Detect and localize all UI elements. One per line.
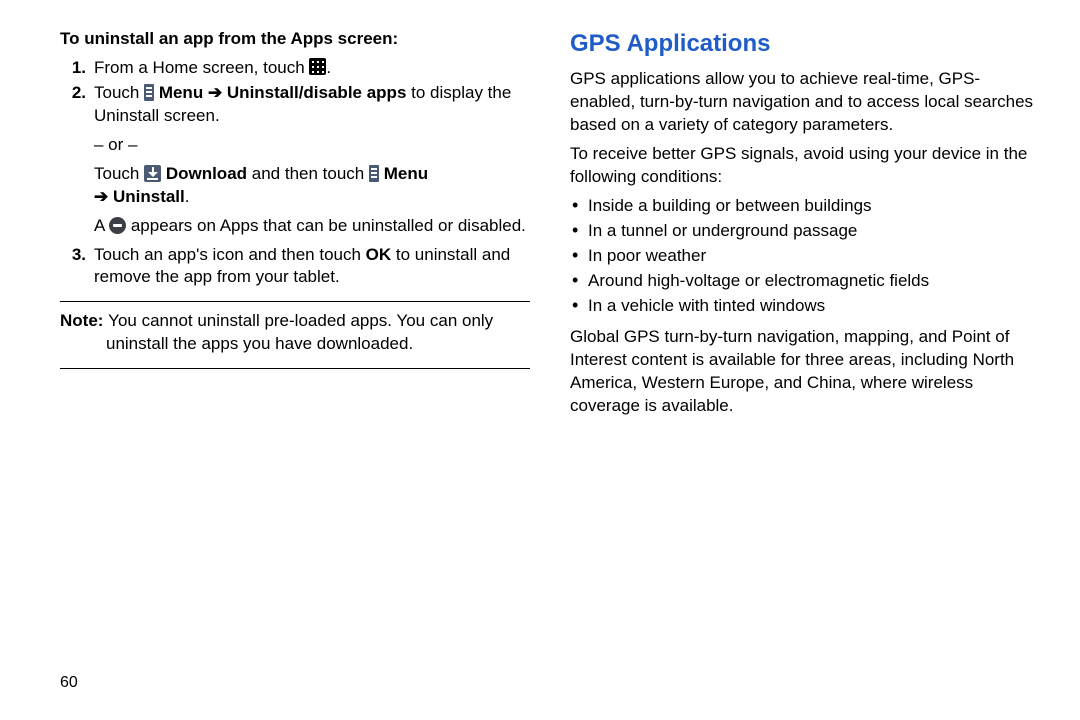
step-2-uninstall-disable: Uninstall/disable apps bbox=[227, 83, 407, 102]
menu-icon bbox=[144, 84, 154, 101]
note-line-2: uninstall the apps you have downloaded. bbox=[60, 333, 530, 356]
step-2-body: Touch Menu ➔ Uninstall/disable apps to d… bbox=[94, 82, 530, 238]
step-2-text-e: . bbox=[185, 187, 190, 206]
step-3-ok: OK bbox=[366, 245, 392, 264]
step-2-uninstall: Uninstall bbox=[113, 187, 185, 206]
gps-para-2: To receive better GPS signals, avoid usi… bbox=[570, 143, 1040, 189]
note-label: Note: bbox=[60, 311, 108, 330]
left-column: To uninstall an app from the Apps screen… bbox=[60, 28, 530, 700]
step-2-text-c: Touch bbox=[94, 164, 144, 183]
apps-grid-icon bbox=[309, 58, 326, 75]
gps-section-title: GPS Applications bbox=[570, 28, 1040, 60]
note-rule-top bbox=[60, 301, 530, 302]
note-line-1: You cannot uninstall pre-loaded apps. Yo… bbox=[108, 311, 493, 330]
step-3-number: 3. bbox=[60, 244, 94, 290]
list-item: In a tunnel or underground passage bbox=[570, 220, 1040, 243]
note: Note: You cannot uninstall pre-loaded ap… bbox=[60, 310, 530, 356]
gps-para-1: GPS applications allow you to achieve re… bbox=[570, 68, 1040, 137]
list-item: Around high-voltage or electromagnetic f… bbox=[570, 270, 1040, 293]
step-1-body: From a Home screen, touch . bbox=[94, 57, 530, 80]
step-2-result: A appears on Apps that can be uninstalle… bbox=[94, 215, 530, 238]
manual-page: To uninstall an app from the Apps screen… bbox=[0, 0, 1080, 720]
step-2-menu-2: Menu bbox=[379, 164, 428, 183]
step-2-number: 2. bbox=[60, 82, 94, 238]
step-1: 1. From a Home screen, touch . bbox=[60, 57, 530, 80]
step-3-body: Touch an app's icon and then touch OK to… bbox=[94, 244, 530, 290]
step-2-alt: Touch Download and then touch Menu ➔ Uni… bbox=[94, 163, 530, 209]
step-1-text-b: . bbox=[326, 58, 331, 77]
right-column: GPS Applications GPS applications allow … bbox=[570, 28, 1040, 700]
step-2-text-d: and then touch bbox=[247, 164, 369, 183]
arrow-icon: ➔ bbox=[208, 83, 227, 102]
note-rule-bottom bbox=[60, 368, 530, 369]
download-icon bbox=[144, 165, 161, 182]
list-item: In poor weather bbox=[570, 245, 1040, 268]
step-1-number: 1. bbox=[60, 57, 94, 80]
step-2-or: – or – bbox=[94, 134, 530, 157]
list-item: In a vehicle with tinted windows bbox=[570, 295, 1040, 318]
step-3: 3. Touch an app's icon and then touch OK… bbox=[60, 244, 530, 290]
step-2-download: Download bbox=[161, 164, 247, 183]
step-2: 2. Touch Menu ➔ Uninstall/disable apps t… bbox=[60, 82, 530, 238]
list-item: Inside a building or between buildings bbox=[570, 195, 1040, 218]
minus-circle-icon bbox=[109, 217, 126, 234]
arrow-icon: ➔ bbox=[94, 187, 113, 206]
step-2-text-f2: appears on Apps that can be uninstalled … bbox=[126, 216, 526, 235]
step-2-menu: Menu bbox=[154, 83, 208, 102]
uninstall-subhead: To uninstall an app from the Apps screen… bbox=[60, 28, 530, 51]
step-1-text-a: From a Home screen, touch bbox=[94, 58, 309, 77]
gps-bullets: Inside a building or between buildings I… bbox=[570, 195, 1040, 318]
step-2-text-a: Touch bbox=[94, 83, 144, 102]
gps-para-3: Global GPS turn-by-turn navigation, mapp… bbox=[570, 326, 1040, 418]
page-number: 60 bbox=[60, 672, 78, 694]
step-2-text-f1: A bbox=[94, 216, 109, 235]
menu-icon bbox=[369, 165, 379, 182]
step-3-text-a: Touch an app's icon and then touch bbox=[94, 245, 366, 264]
